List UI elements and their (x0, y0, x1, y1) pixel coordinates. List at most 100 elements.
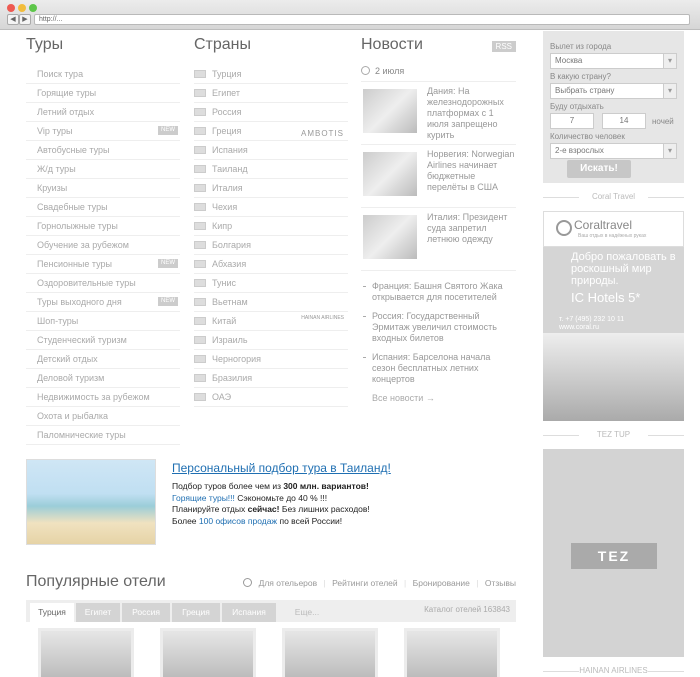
country-item[interactable]: Китай HAINAN AIRLINES (194, 312, 348, 331)
tour-item[interactable]: Деловой туризм (26, 369, 180, 388)
nights-to-input[interactable]: 14 (602, 113, 646, 129)
hot-tours-link[interactable]: Горящие туры!!! (172, 493, 235, 503)
coral-contacts: т. +7 (495) 232 10 11 www.coral.ru (559, 316, 624, 332)
news-link[interactable]: Россия: Государственный Эрмитаж увеличил… (361, 311, 516, 344)
coral-logo-text: Coraltravel (574, 218, 633, 232)
back-icon[interactable]: ◀ (7, 14, 19, 25)
tour-item[interactable]: Vip туры NEW (26, 122, 180, 141)
promo-title[interactable]: Персональный подбор тура в Таиланд! (172, 461, 391, 475)
tab-greece[interactable]: Греция (172, 603, 220, 622)
all-news-link[interactable]: Все новости → (361, 393, 516, 403)
nights-from-input[interactable]: 7 (550, 113, 594, 129)
close-window-icon[interactable] (7, 4, 15, 12)
country-item[interactable]: Вьетнам (194, 293, 348, 312)
country-item[interactable]: Египет (194, 84, 348, 103)
tab-egypt[interactable]: Египет (76, 603, 120, 622)
countries-title: Страны (194, 36, 252, 53)
maximize-window-icon[interactable] (29, 4, 37, 12)
country-item[interactable]: Испания (194, 141, 348, 160)
news-thumbnail[interactable] (363, 215, 417, 259)
country-item[interactable]: Греция AMBOTIS (194, 122, 348, 141)
hotel-thumbnail[interactable] (404, 628, 500, 677)
tour-item[interactable]: Летний отдых (26, 103, 180, 122)
tour-item[interactable]: Круизы (26, 179, 180, 198)
country-item[interactable]: Бразилия (194, 369, 348, 388)
ratings-link[interactable]: Рейтинги отелей (332, 578, 398, 588)
flag-icon (194, 165, 206, 173)
news-item[interactable]: Италия: Президент суда запретил летнюю о… (361, 208, 516, 271)
tour-item[interactable]: Обучение за рубежом (26, 236, 180, 255)
promo-beach-image[interactable] (26, 459, 156, 545)
tez-tour-banner[interactable]: TEZ (543, 449, 684, 657)
flag-icon (194, 279, 206, 287)
tour-item[interactable]: Автобусные туры (26, 141, 180, 160)
news-item[interactable]: Норвегия: Norwegian Airlines начинает бю… (361, 145, 516, 208)
tour-item[interactable]: Паломнические туры (26, 426, 180, 445)
country-item[interactable]: Кипр (194, 217, 348, 236)
tour-item[interactable]: Пенсионные туры NEW (26, 255, 180, 274)
flag-icon (194, 355, 206, 363)
country-item[interactable]: Черногория (194, 350, 348, 369)
reviews-link[interactable]: Отзывы (485, 578, 516, 588)
new-badge: NEW (158, 259, 178, 268)
minimize-window-icon[interactable] (18, 4, 26, 12)
tour-item[interactable]: Туры выходного дня NEW (26, 293, 180, 312)
news-thumbnail[interactable] (363, 89, 417, 133)
departure-select[interactable]: Москва (550, 53, 677, 69)
news-item[interactable]: Дания: На железнодорожных платформах с 1… (361, 82, 516, 145)
tab-spain[interactable]: Испания (222, 603, 276, 622)
search-button[interactable]: Искать! (567, 160, 631, 178)
tour-item[interactable]: Недвижимость за рубежом (26, 388, 180, 407)
offices-link[interactable]: 100 офисов продаж (199, 516, 277, 526)
tour-item[interactable]: Оздоровительные туры (26, 274, 180, 293)
country-item[interactable]: Турция (194, 65, 348, 84)
sponsor-logo[interactable]: HAINAN AIRLINES (301, 315, 344, 321)
tour-item[interactable]: Горящие туры (26, 84, 180, 103)
country-item[interactable]: Израиль (194, 331, 348, 350)
country-item[interactable]: Чехия (194, 198, 348, 217)
country-item[interactable]: Болгария (194, 236, 348, 255)
news-link[interactable]: Франция: Башня Святого Жака открывается … (361, 281, 516, 303)
news-headline[interactable]: Италия: Президент суда запретил летнюю о… (427, 212, 515, 245)
country-item[interactable]: Италия (194, 179, 348, 198)
tour-item-label: Шоп-туры (37, 316, 79, 326)
tour-item[interactable]: Горнолыжные туры (26, 217, 180, 236)
tour-item[interactable]: Свадебные туры (26, 198, 180, 217)
tour-item[interactable]: Охота и рыбалка (26, 407, 180, 426)
country-item[interactable]: Абхазия (194, 255, 348, 274)
coral-phone: т. +7 (495) 232 10 11 (559, 316, 625, 323)
tour-item[interactable]: Шоп-туры (26, 312, 180, 331)
hotel-thumbnail[interactable] (38, 628, 134, 677)
tab-more[interactable]: Еще... (282, 603, 332, 622)
coral-travel-banner[interactable]: Coraltravel Ваш отдых в надёжных руках Д… (543, 211, 684, 421)
people-select[interactable]: 2-е взрослых (550, 143, 677, 159)
tab-russia[interactable]: Россия (122, 603, 170, 622)
tab-turkey[interactable]: Турция (30, 603, 74, 622)
news-link[interactable]: Испания: Барселона начала сезон бесплатн… (361, 352, 516, 385)
tez-label: TEZ TUP (543, 430, 684, 440)
country-item[interactable]: ОАЭ (194, 388, 348, 407)
country-item-label: Турция (212, 69, 242, 79)
country-item[interactable]: Тунис (194, 274, 348, 293)
destination-select[interactable]: Выбрать страну (550, 83, 677, 99)
tour-item[interactable]: Студенческий туризм (26, 331, 180, 350)
tour-item[interactable]: Поиск тура (26, 65, 180, 84)
hoteliers-link[interactable]: Для отельеров (259, 578, 318, 588)
hotel-catalog[interactable]: Каталог отелей 163843 (424, 605, 510, 614)
hotel-thumbnail[interactable] (160, 628, 256, 677)
rss-button[interactable]: RSS (491, 41, 516, 52)
clock-icon (361, 66, 370, 75)
news-headline[interactable]: Дания: На железнодорожных платформах с 1… (427, 86, 515, 141)
news-thumbnail[interactable] (363, 152, 417, 196)
country-item[interactable]: Таиланд (194, 160, 348, 179)
forward-icon[interactable]: ▶ (19, 14, 31, 25)
tour-item[interactable]: Ж/д туры (26, 160, 180, 179)
people-label: Количество человек (550, 132, 625, 141)
address-bar[interactable]: http://... (34, 14, 690, 25)
country-item[interactable]: Россия (194, 103, 348, 122)
news-headline[interactable]: Норвегия: Norwegian Airlines начинает бю… (427, 149, 515, 193)
tour-item[interactable]: Детский отдых (26, 350, 180, 369)
booking-link[interactable]: Бронирование (413, 578, 470, 588)
hotel-thumbnail[interactable] (282, 628, 378, 677)
flag-icon (194, 393, 206, 401)
